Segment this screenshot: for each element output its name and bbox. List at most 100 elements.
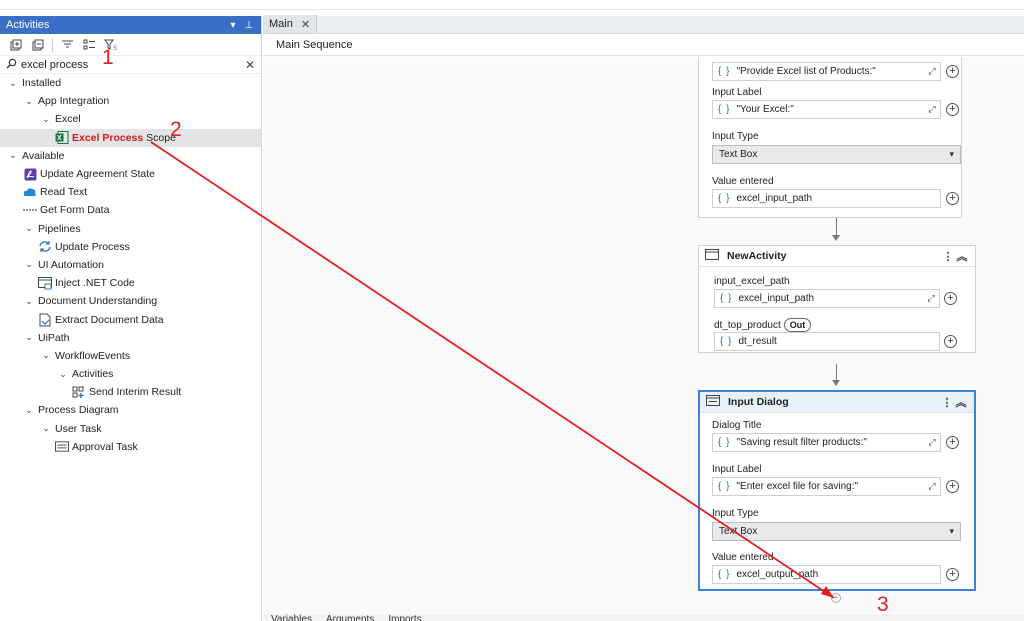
chevron-down-icon[interactable]: ⌄ — [58, 369, 68, 380]
tree-item-update-process[interactable]: Update Process — [0, 238, 261, 256]
chevron-down-icon[interactable]: ⌄ — [24, 332, 34, 343]
breadcrumb-item[interactable]: Main Sequence — [276, 39, 352, 51]
step-number-1: 1 — [102, 46, 114, 69]
tree-item-extract-document-data[interactable]: Extract Document Data — [0, 310, 261, 328]
list-view-icon[interactable] — [81, 37, 97, 53]
activities-panel-title: Activities — [6, 19, 50, 31]
chevron-down-icon[interactable]: ⌄ — [24, 223, 34, 234]
tree-item-approval-task[interactable]: Approval Task — [0, 438, 261, 456]
tree-item-user-task[interactable]: ⌄ User Task — [0, 420, 261, 438]
close-icon[interactable]: ✕ — [301, 18, 310, 31]
activities-tree: ⌄ Installed ⌄ App Integration ⌄ Excel X … — [0, 74, 261, 456]
tree-item-get-form-data[interactable]: Get Form Data — [0, 201, 261, 219]
dt-top-product-field[interactable]: { } dt_result — [714, 332, 940, 351]
add-icon[interactable]: + — [946, 568, 959, 581]
add-icon[interactable]: + — [946, 65, 959, 78]
designer-canvas[interactable]: { } "Provide Excel list of Products:" ⤢ … — [263, 57, 1024, 613]
tree-item-label: Available — [22, 149, 65, 162]
chevron-down-icon[interactable]: ⌄ — [41, 114, 51, 125]
clear-search-icon[interactable]: ✕ — [245, 58, 255, 72]
panel-dropdown-icon[interactable]: ▾ — [227, 20, 239, 31]
tree-item-available[interactable]: ⌄ Available — [0, 147, 261, 165]
input-label-field[interactable]: { } "Your Excel:" ⤢ — [712, 100, 941, 119]
expression-icon: { } — [718, 569, 731, 580]
expand-all-icon[interactable] — [8, 37, 24, 53]
tree-item-uipath[interactable]: ⌄ UiPath — [0, 329, 261, 347]
expand-icon[interactable]: ⤢ — [926, 66, 938, 77]
tree-item-installed[interactable]: ⌄ Installed — [0, 74, 261, 92]
tab-variables[interactable]: Variables — [271, 614, 312, 621]
chevron-down-icon[interactable]: ⌄ — [8, 150, 18, 161]
tree-item-excel[interactable]: ⌄ Excel — [0, 110, 261, 128]
input-dialog-header[interactable]: Input Dialog ⋮ ︽ — [700, 392, 974, 413]
chevron-down-icon[interactable]: ⌄ — [8, 78, 18, 89]
chevron-down-icon[interactable]: ⌄ — [41, 350, 51, 361]
tree-item-excel-process-scope[interactable]: X Excel Process Scope — [0, 128, 261, 147]
expression-icon: { } — [720, 293, 733, 304]
tree-item-read-text[interactable]: Read Text — [0, 183, 261, 201]
add-icon[interactable]: + — [946, 480, 959, 493]
chevron-down-icon[interactable]: ⌄ — [41, 423, 51, 434]
tree-item-document-understanding[interactable]: ⌄ Document Understanding — [0, 292, 261, 310]
tree-item-activities[interactable]: ⌄ Activities — [0, 365, 261, 383]
tree-item-process-diagram[interactable]: ⌄ Process Diagram — [0, 401, 261, 419]
tree-item-label: Excel Process Scope — [72, 131, 176, 144]
add-icon[interactable]: + — [946, 436, 959, 449]
collapse-icon[interactable]: ︽ — [954, 394, 968, 410]
tree-item-ui-automation[interactable]: ⌄ UI Automation — [0, 256, 261, 274]
tree-item-pipelines[interactable]: ⌄ Pipelines — [0, 220, 261, 238]
tab-imports[interactable]: Imports — [388, 614, 421, 621]
tab-arguments[interactable]: Arguments — [326, 614, 374, 621]
expand-icon[interactable]: ⤢ — [926, 481, 938, 492]
tree-item-inject-net-code[interactable]: Inject .NET Code — [0, 274, 261, 292]
dialog-title-field[interactable]: { } "Saving result filter products:" ⤢ — [712, 433, 941, 452]
tab-main[interactable]: Main ✕ — [263, 15, 318, 33]
collapse-icon[interactable]: ︽ — [955, 248, 969, 264]
input-dialog-title: Input Dialog — [728, 396, 789, 408]
chevron-down-icon[interactable]: ⌄ — [24, 405, 34, 416]
expression-icon: { } — [718, 481, 731, 492]
input-type-select[interactable]: Text Box ▾ — [712, 145, 961, 164]
add-activity-drop-icon[interactable]: + — [831, 593, 841, 603]
pin-icon[interactable]: ⊥ — [243, 20, 255, 31]
tree-item-label: Excel — [55, 113, 81, 126]
new-activity-title: NewActivity — [727, 250, 787, 262]
value-entered-field[interactable]: { } excel_output_path — [712, 565, 941, 584]
input-excel-path-field[interactable]: { } excel_input_path ⤢ — [714, 289, 940, 308]
add-icon[interactable]: + — [946, 192, 959, 205]
search-input[interactable] — [21, 58, 241, 71]
new-activity-card[interactable]: NewActivity ⋮ ︽ input_excel_path { } exc… — [698, 245, 976, 353]
more-options-icon[interactable]: ⋮ — [940, 396, 954, 409]
tree-item-update-agreement-state[interactable]: Update Agreement State — [0, 165, 261, 183]
add-icon[interactable]: + — [944, 335, 957, 348]
input-type-label: Input Type — [712, 508, 759, 519]
expand-icon[interactable]: ⤢ — [926, 104, 938, 115]
input-type-select[interactable]: Text Box ▾ — [712, 522, 961, 541]
add-icon[interactable]: + — [946, 103, 959, 116]
filter-list-icon[interactable] — [59, 37, 75, 53]
more-options-icon[interactable]: ⋮ — [941, 250, 955, 263]
tree-item-app-integration[interactable]: ⌄ App Integration — [0, 92, 261, 110]
add-icon[interactable]: + — [944, 292, 957, 305]
input-dialog-card[interactable]: Input Dialog ⋮ ︽ Dialog Title { } "Savin… — [698, 390, 976, 591]
tree-item-workflowevents[interactable]: ⌄ WorkflowEvents — [0, 347, 261, 365]
tree-item-send-interim-result[interactable]: Send Interim Result — [0, 383, 261, 401]
chevron-down-icon[interactable]: ⌄ — [24, 296, 34, 307]
arg-label: input_excel_path — [714, 276, 790, 287]
expand-icon[interactable]: ⤢ — [925, 293, 937, 304]
input-dialog-card-1[interactable]: { } "Provide Excel list of Products:" ⤢ … — [698, 57, 962, 218]
code-window-icon — [38, 276, 52, 290]
connector-arrow-icon — [832, 380, 840, 386]
dialog-title-field[interactable]: { } "Provide Excel list of Products:" ⤢ — [712, 62, 941, 81]
value-entered-field[interactable]: { } excel_input_path — [712, 189, 941, 208]
tree-item-label: Installed — [22, 77, 62, 90]
expand-icon[interactable]: ⤢ — [926, 437, 938, 448]
chevron-down-icon[interactable]: ⌄ — [24, 96, 34, 107]
form-line-icon — [23, 203, 37, 217]
chevron-down-icon[interactable]: ⌄ — [24, 259, 34, 270]
expression-icon: { } — [720, 336, 733, 347]
sequence-connector — [836, 218, 837, 236]
collapse-all-icon[interactable] — [30, 37, 46, 53]
new-activity-header[interactable]: NewActivity ⋮ ︽ — [699, 246, 975, 267]
input-label-field[interactable]: { } "Enter excel file for saving:" ⤢ — [712, 477, 941, 496]
